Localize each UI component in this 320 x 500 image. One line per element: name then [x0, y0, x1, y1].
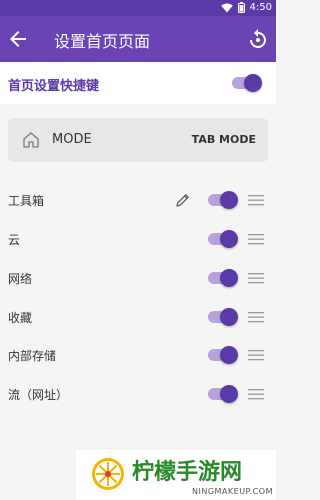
page-title: 设置首页页面: [54, 32, 151, 51]
drag-handle-icon[interactable]: [248, 233, 264, 245]
item-toggle[interactable]: [208, 307, 238, 327]
item-toggle[interactable]: [208, 190, 238, 210]
list-item-label: 工具箱: [8, 194, 45, 208]
list-item-label: 网络: [8, 272, 33, 286]
item-toggle[interactable]: [208, 384, 238, 404]
list-item: 流（网址）: [0, 375, 276, 414]
back-arrow-icon[interactable]: [6, 27, 30, 51]
list-item-label: 内部存储: [8, 349, 57, 363]
shortcut-toggle[interactable]: [232, 73, 262, 93]
drag-handle-icon[interactable]: [248, 311, 264, 323]
home-icon: [23, 132, 39, 148]
shortcut-label: 首页设置快捷键: [8, 79, 100, 94]
status-bar: 4:50: [0, 0, 276, 16]
drag-handle-icon[interactable]: [248, 388, 264, 400]
list-item: 收藏: [0, 298, 276, 337]
home-shortcut-row: 首页设置快捷键: [0, 62, 276, 104]
wifi-icon: [220, 3, 233, 13]
mode-card[interactable]: MODE TAB MODE: [8, 118, 268, 162]
lemon-logo-icon: [92, 458, 124, 490]
list-item: 工具箱: [0, 181, 276, 220]
watermark-brand: 柠檬手游网: [132, 460, 243, 485]
status-time: 4:50: [249, 2, 272, 13]
list-item-label: 流（网址）: [8, 388, 69, 402]
watermark: 柠檬手游网 NINGMAKEUP.COM: [76, 450, 276, 500]
drag-handle-icon[interactable]: [248, 194, 264, 206]
list-item: 网络: [0, 259, 276, 298]
item-toggle[interactable]: [208, 229, 238, 249]
reset-icon[interactable]: [246, 27, 270, 51]
item-toggle[interactable]: [208, 345, 238, 365]
tab-mode-button[interactable]: TAB MODE: [192, 133, 256, 146]
battery-icon: [237, 2, 245, 13]
toggle-thumb: [244, 74, 262, 92]
list-item: 云: [0, 220, 276, 259]
drag-handle-icon[interactable]: [248, 272, 264, 284]
pencil-icon[interactable]: [175, 192, 191, 208]
item-toggle[interactable]: [208, 268, 238, 288]
mode-label: MODE: [52, 132, 92, 147]
list-item-label: 云: [8, 233, 21, 247]
watermark-domain: NINGMAKEUP.COM: [192, 487, 273, 496]
app-bar: 设置首页页面: [0, 16, 276, 62]
list-item-label: 收藏: [8, 311, 33, 325]
status-icons: 4:50: [220, 2, 272, 13]
list-item: 内部存储: [0, 336, 276, 375]
drag-handle-icon[interactable]: [248, 349, 264, 361]
